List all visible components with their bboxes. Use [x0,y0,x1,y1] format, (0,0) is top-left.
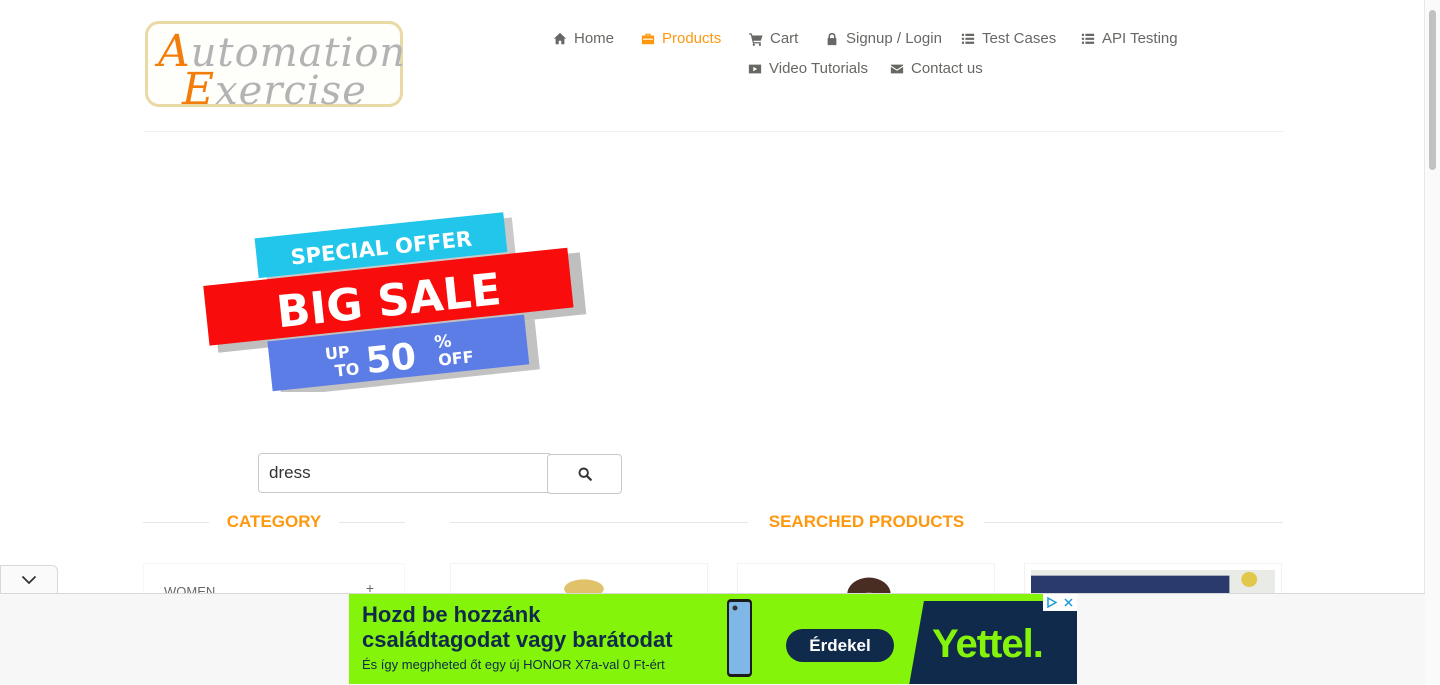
main-nav: Home Products Cart Signup / Login Test C… [0,30,1440,90]
phone-image [727,599,752,677]
nav-home-label: Home [574,30,615,47]
nav-api-testing[interactable]: API Testing [1081,30,1178,47]
envelope-icon [890,64,904,73]
nav-cart[interactable]: Cart [749,30,798,47]
banner-to: TO [334,359,360,380]
ad-cta-button[interactable]: Érdekel [786,629,894,662]
ad-brand-logo: Yettel. [932,622,1044,666]
nav-contact-us[interactable]: Contact us [890,60,983,77]
products-icon [641,33,655,44]
ad-headline: Hozd be hozzánk családtagodat vagy barát… [362,602,673,652]
header-divider [143,131,1283,132]
page-scrollbar[interactable] [1424,0,1440,684]
ad-subline: És így megpheted őt egy új HONOR X7a-val… [362,657,665,672]
ad-close-icon[interactable] [1060,594,1077,611]
search-product-input[interactable] [258,453,550,493]
search-button[interactable] [547,454,622,494]
scrollbar-thumb[interactable] [1429,10,1436,170]
nav-test-cases[interactable]: Test Cases [961,30,1056,47]
cart-icon [749,32,763,46]
ad-choices [1043,594,1077,611]
nav-video-tutorials-label: Video Tutorials [769,60,868,77]
youtube-icon [748,64,762,73]
ad-collapse-button[interactable] [0,565,58,593]
list-icon [961,33,975,44]
category-title-rule-right [339,522,405,523]
nav-signup-login[interactable]: Signup / Login [825,30,942,47]
lock-icon [827,32,837,45]
banner-percent-value: 50 [364,336,418,382]
nav-home[interactable]: Home [553,30,614,47]
yettel-ad[interactable]: Hozd be hozzánk családtagodat vagy barát… [349,594,1077,684]
nav-products[interactable]: Products [641,30,721,47]
list-icon [1081,33,1095,44]
big-sale-banner: SPECIAL OFFER BIG SALE UP TO 50 % OFF [203,212,587,392]
nav-test-cases-label: Test Cases [982,30,1057,47]
nav-video-tutorials[interactable]: Video Tutorials [748,60,868,77]
nav-products-label: Products [662,30,722,47]
chevron-down-icon [21,575,37,584]
nav-cart-label: Cart [770,30,799,47]
ad-headline-line-2: családtagodat vagy barátodat [362,627,673,652]
nav-contact-us-label: Contact us [911,60,983,77]
banner-off: OFF [437,347,474,370]
adchoices-icon[interactable] [1043,594,1060,611]
ad-headline-line-1: Hozd be hozzánk [362,602,541,627]
search-icon [578,467,592,481]
nav-api-testing-label: API Testing [1102,30,1178,47]
products-title-rule-right [984,522,1283,523]
home-icon [553,32,567,44]
nav-signup-login-label: Signup / Login [846,30,942,47]
